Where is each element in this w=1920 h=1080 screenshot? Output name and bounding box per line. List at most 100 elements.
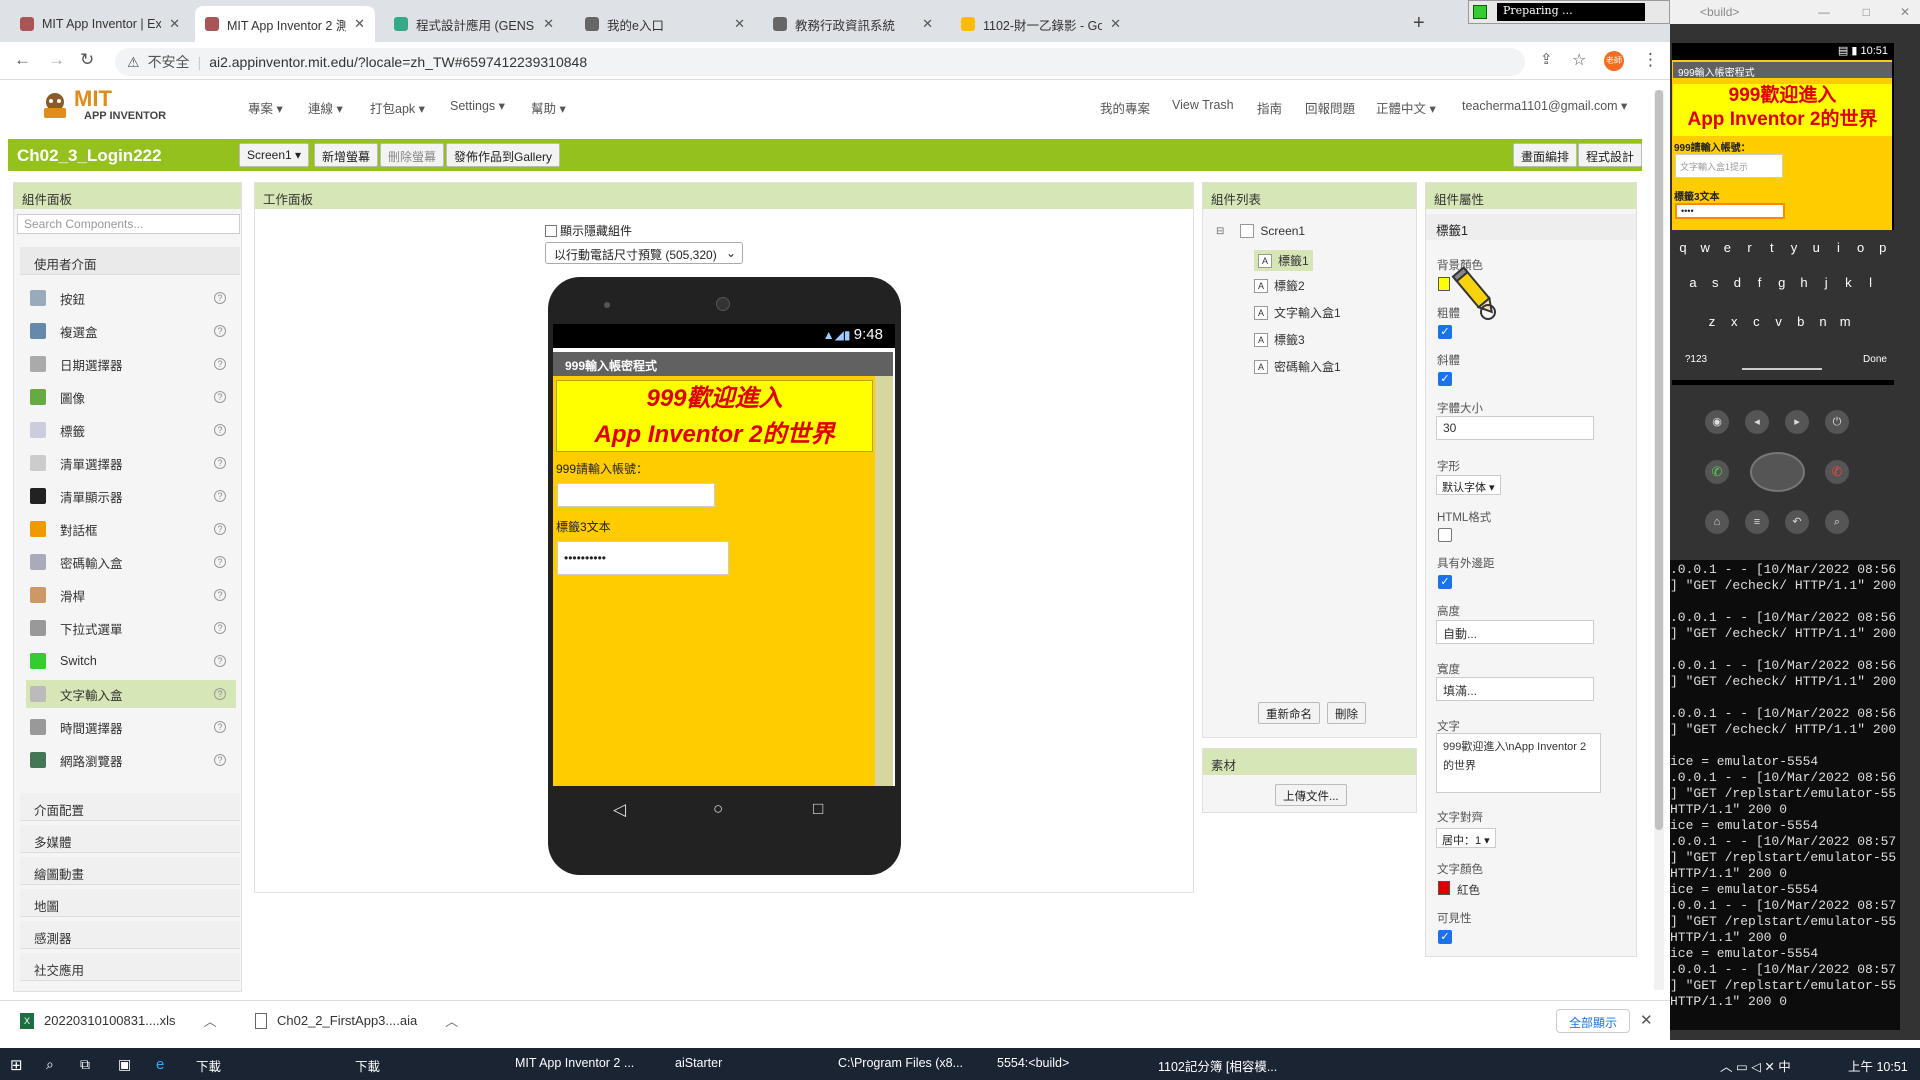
help-icon[interactable]: ? — [214, 523, 226, 535]
new-tab-button[interactable]: + — [1413, 12, 1425, 35]
rename-button[interactable]: 重新命名 — [1258, 702, 1320, 724]
search-icon[interactable]: ⌕ — [46, 1056, 54, 1073]
help-icon[interactable]: ? — [214, 490, 226, 502]
collapse-icon[interactable]: ⊟ — [1216, 226, 1224, 237]
taskbar-app[interactable]: 5554:<build> — [997, 1056, 1069, 1070]
palette-category[interactable]: 感測器 — [20, 921, 240, 949]
minimize-icon[interactable]: — — [1818, 5, 1830, 19]
menu-item[interactable]: 回報問題 — [1305, 98, 1355, 117]
screen1-tree-node[interactable]: ⊟ Screen1 — [1216, 224, 1305, 238]
browser-tab[interactable]: 我的e入口 ✕ — [575, 6, 755, 42]
taskbar-app[interactable]: MIT App Inventor 2 ... — [515, 1056, 634, 1070]
keyboard-key[interactable]: p — [1874, 236, 1892, 260]
text-color-swatch[interactable] — [1438, 881, 1450, 895]
store-icon[interactable]: ▣ — [118, 1056, 131, 1073]
search-components-input[interactable]: Search Components... — [17, 214, 240, 234]
menu-item[interactable]: 指南 — [1257, 98, 1282, 117]
keyboard-key[interactable]: l — [1862, 271, 1880, 295]
palette-item[interactable]: 時間選擇器? — [26, 713, 236, 741]
blocks-button[interactable]: 程式設計 — [1578, 143, 1643, 167]
emulator-textbox[interactable]: 文字輸入盒1提示 — [1675, 154, 1783, 178]
edge-icon[interactable]: e — [156, 1056, 164, 1073]
palette-item[interactable]: 清單顯示器? — [26, 482, 236, 510]
toolbar-button[interactable]: 刪除螢幕 — [380, 143, 445, 167]
textbox1-preview[interactable] — [557, 483, 715, 507]
reload-icon[interactable]: ↻ — [80, 50, 94, 70]
keyboard-key[interactable]: j — [1817, 271, 1835, 295]
menu-item[interactable]: 幫助 ▾ — [531, 98, 566, 117]
help-icon[interactable]: ? — [214, 754, 226, 766]
key-done[interactable]: Done — [1860, 350, 1890, 370]
tab-close-icon[interactable]: ✕ — [169, 16, 180, 32]
password-box-preview[interactable]: •••••••••• — [557, 541, 729, 575]
keyboard-key[interactable]: r — [1741, 236, 1759, 260]
scrollbar-thumb[interactable] — [1655, 90, 1663, 830]
keyboard-key[interactable]: v — [1770, 310, 1788, 334]
keyboard-key[interactable]: u — [1807, 236, 1825, 260]
camera-icon[interactable]: ◉ — [1705, 410, 1729, 434]
menu-item[interactable]: 打包apk ▾ — [370, 98, 425, 117]
keyboard-key[interactable]: x — [1725, 310, 1743, 334]
width-input[interactable]: 填滿... — [1436, 677, 1594, 701]
menu-item[interactable]: 專案 ▾ — [248, 98, 283, 117]
download-item[interactable]: X 20220310100831....xls ︿ — [20, 1011, 217, 1030]
tab-close-icon[interactable]: ✕ — [354, 16, 365, 32]
start-icon[interactable]: ⊞ — [10, 1056, 23, 1074]
height-input[interactable]: 自動... — [1436, 620, 1594, 644]
browser-tab[interactable]: 教務行政資訊系統 ✕ — [763, 6, 943, 42]
upload-file-button[interactable]: 上傳文件... — [1275, 784, 1347, 806]
close-icon[interactable]: ✕ — [1900, 5, 1910, 19]
help-icon[interactable]: ? — [214, 688, 226, 700]
chevron-up-icon[interactable]: ︿ — [445, 1011, 458, 1030]
taskbar-app[interactable]: 1102記分簿 [相容模... — [1158, 1056, 1277, 1075]
palette-item[interactable]: 標籤? — [26, 416, 236, 444]
palette-category[interactable]: 地圖 — [20, 889, 240, 917]
tab-close-icon[interactable]: ✕ — [734, 16, 745, 32]
home-icon[interactable]: ⌂ — [1705, 510, 1729, 534]
palette-item[interactable]: 網路瀏覽器? — [26, 746, 236, 774]
palette-item[interactable]: 密碼輸入盒? — [26, 548, 236, 576]
keyboard-key[interactable]: c — [1747, 310, 1765, 334]
keyboard-key[interactable]: q — [1674, 236, 1692, 260]
label2-preview[interactable]: 999請輸入帳號： — [556, 460, 648, 477]
help-icon[interactable]: ? — [214, 292, 226, 304]
palette-category[interactable]: 多媒體 — [20, 825, 240, 853]
label1-preview[interactable]: 999歡迎進入 App Inventor 2的世界 — [556, 380, 873, 452]
key-numbers[interactable]: ?123 — [1680, 350, 1712, 370]
menu-item[interactable]: teacherma1101@gmail.com ▾ — [1462, 98, 1627, 113]
toolbar-button[interactable]: Screen1 ▾ — [239, 143, 310, 167]
taskbar-app[interactable]: 下載 — [355, 1056, 380, 1075]
keyboard-key[interactable]: h — [1795, 271, 1813, 295]
task-view-icon[interactable]: ⧉ — [80, 1056, 90, 1073]
palette-item[interactable]: 日期選擇器? — [26, 350, 236, 378]
keyboard-key[interactable]: b — [1792, 310, 1810, 334]
component-tree-item[interactable]: A 標籤2 — [1254, 277, 1305, 294]
help-icon[interactable]: ? — [214, 556, 226, 568]
browser-tab[interactable]: MIT App Inventor 2 測試版 ✕ — [195, 6, 375, 42]
show-hidden-checkbox[interactable]: 顯示隱藏組件 — [545, 222, 632, 239]
keyboard-key[interactable]: n — [1814, 310, 1832, 334]
download-item[interactable]: Ch02_2_FirstApp3....aia ︿ — [255, 1011, 458, 1030]
help-icon[interactable]: ? — [214, 622, 226, 634]
toolbar-button[interactable]: 新增螢幕 — [314, 143, 379, 167]
end-call-icon[interactable]: ✆ — [1825, 460, 1849, 484]
preview-size-select[interactable]: 以行動電話尺寸預覽 (505,320) ⌄ — [545, 242, 743, 264]
bookmark-star-icon[interactable]: ☆ — [1572, 50, 1586, 70]
palette-item[interactable]: 圖像? — [26, 383, 236, 411]
tab-close-icon[interactable]: ✕ — [922, 16, 933, 32]
help-icon[interactable]: ? — [214, 655, 226, 667]
chevron-up-icon[interactable]: ︿ — [204, 1011, 217, 1030]
key-space[interactable] — [1742, 356, 1822, 370]
keyboard-key[interactable]: w — [1696, 236, 1714, 260]
palette-item[interactable]: 對話框? — [26, 515, 236, 543]
delete-button[interactable]: 刪除 — [1327, 702, 1366, 724]
menu-item[interactable]: 我的專案 — [1100, 98, 1150, 117]
emulator-password-box[interactable]: •••• — [1675, 203, 1785, 219]
keyboard-key[interactable]: y — [1785, 236, 1803, 260]
help-icon[interactable]: ? — [214, 358, 226, 370]
taskbar-app[interactable]: 下載 — [196, 1056, 221, 1075]
text-textarea[interactable]: 999歡迎進入\nApp Inventor 2的世界 — [1436, 733, 1601, 793]
dpad-icon[interactable] — [1750, 452, 1805, 492]
keyboard-key[interactable]: a — [1684, 271, 1702, 295]
keyboard-key[interactable]: s — [1706, 271, 1724, 295]
